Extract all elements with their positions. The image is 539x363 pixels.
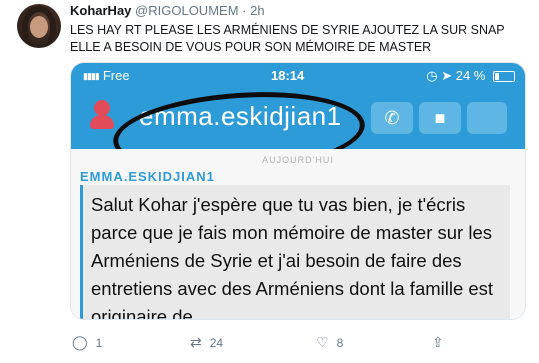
reply-button[interactable]: ◯ 1 [72, 334, 102, 351]
bitmoji-icon [89, 100, 115, 130]
display-name[interactable]: KoharHay [70, 3, 131, 18]
carrier-name: Free [102, 68, 130, 83]
phone-time: 18:14 [271, 68, 305, 83]
more-icon [467, 102, 507, 134]
share-icon: ⇪ [432, 334, 444, 350]
tweet-text: LES HAY RT PLEASE LES ARMÉNIENS DE SYRIE… [70, 23, 505, 54]
bitmoji-body [90, 115, 114, 129]
phone-status-bar: ▮▮▮▮ Free 18:14 ◷ ➤ 24 % [71, 63, 525, 87]
status-right: ◷ ➤ 24 % [426, 68, 515, 84]
share-button[interactable]: ⇪ [432, 334, 452, 351]
sender-name: EMMA.ESKIDJIAN1 [80, 169, 215, 184]
header-separator: · [242, 3, 247, 18]
user-avatar[interactable] [17, 4, 61, 48]
carrier: ▮▮▮▮ Free [83, 68, 130, 83]
video-camera-icon: ■ [419, 102, 461, 134]
reply-icon: ◯ [72, 334, 88, 350]
like-button[interactable]: ♡ 8 [316, 334, 343, 351]
bitmoji-head [94, 100, 110, 116]
tweet-actions: ◯ 1 ⇄ 24 ♡ 8 ⇪ [70, 334, 530, 354]
signal-icon: ▮▮▮▮ [83, 71, 100, 82]
battery-percent: 24 % [455, 68, 486, 83]
location-icon: ➤ [441, 68, 453, 83]
reply-count: 1 [95, 336, 103, 350]
tweet-time[interactable]: 2h [250, 3, 264, 18]
phone-icon: ✆ [371, 102, 413, 134]
chat-header-bar: emma.eskidjian1 ✆ ■ [71, 84, 525, 182]
battery-icon [493, 71, 515, 83]
tweet-header: KoharHay @RIGOLOUMEM · 2h [70, 3, 265, 18]
alarm-icon: ◷ [426, 68, 438, 83]
message-text: Salut Kohar j'espère que tu vas bien, je… [91, 194, 494, 320]
tweet-media-image[interactable]: ▮▮▮▮ Free 18:14 ◷ ➤ 24 % emma.eskidjian1 … [70, 62, 526, 320]
user-handle[interactable]: @RIGOLOUMEM [135, 3, 238, 18]
like-count: 8 [336, 336, 344, 350]
day-label: AUJOURD'HUI [262, 155, 334, 165]
retweet-count: 24 [209, 336, 224, 350]
retweet-icon: ⇄ [190, 334, 202, 350]
chat-area: AUJOURD'HUI EMMA.ESKIDJIAN1 Salut Kohar … [71, 149, 525, 320]
retweet-button[interactable]: ⇄ 24 [190, 334, 223, 351]
avatar-face [30, 16, 48, 38]
heart-icon: ♡ [316, 334, 329, 350]
message-bubble: Salut Kohar j'espère que tu vas bien, je… [80, 185, 510, 320]
